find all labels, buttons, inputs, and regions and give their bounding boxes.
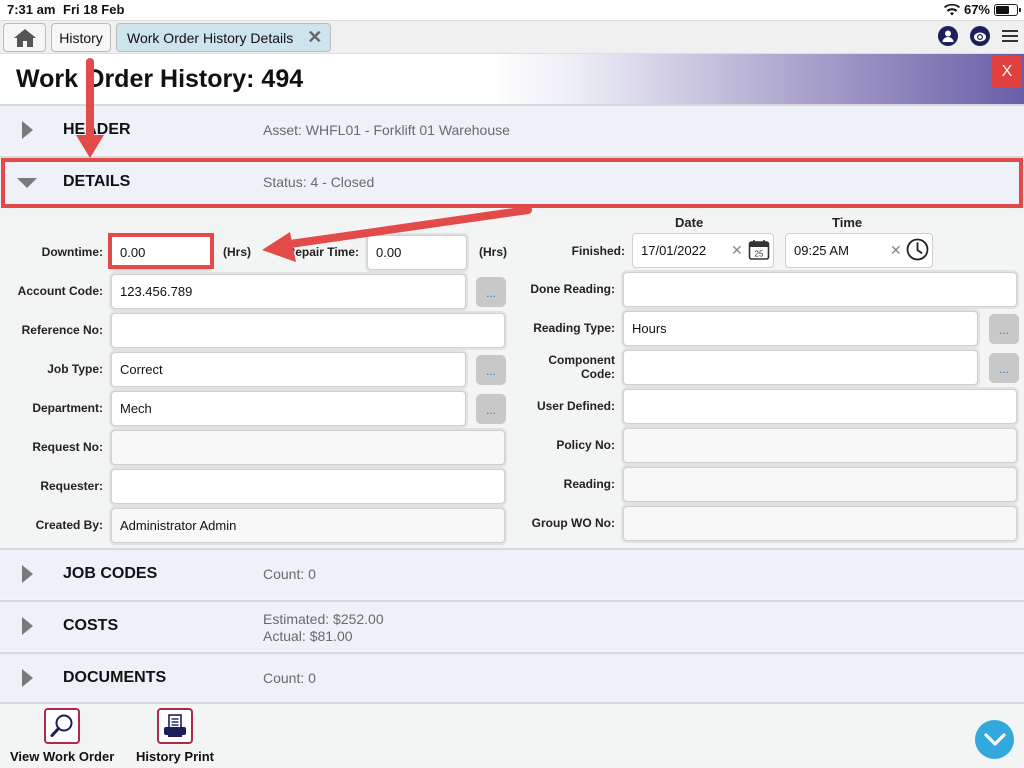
reading-label: Reading: <box>563 477 615 491</box>
downtime-highlight-box <box>108 233 214 269</box>
expand-icon <box>22 565 33 583</box>
home-button[interactable] <box>3 23 46 52</box>
request-no-field <box>111 430 505 465</box>
done-reading-field[interactable] <box>623 272 1017 307</box>
estimated-cost: Estimated: $252.00 <box>263 611 384 627</box>
component-code-label-line2: Code: <box>581 367 615 381</box>
magnifier-icon <box>44 708 81 744</box>
section-label: HEADER <box>63 121 131 138</box>
view-work-order-button[interactable]: View Work Order <box>10 708 114 764</box>
reading-field <box>623 467 1017 502</box>
section-header[interactable]: HEADER Asset: WHFL01 - Forklift 01 Wareh… <box>0 104 1024 154</box>
reference-no-field[interactable] <box>111 313 505 348</box>
tab-bar: History Work Order History Details ✕ <box>0 20 1024 54</box>
status-time: 7:31 am <box>7 2 56 17</box>
job-type-label: Job Type: <box>47 362 103 376</box>
expand-icon <box>22 669 33 687</box>
reference-no-label: Reference No: <box>21 323 103 337</box>
requester-field[interactable] <box>111 469 505 504</box>
history-print-label: History Print <box>136 749 215 764</box>
view-work-order-label: View Work Order <box>10 749 115 764</box>
repair-time-unit: (Hrs) <box>479 245 508 259</box>
page-header: Work Order History: 494 X <box>0 54 1024 104</box>
requester-label: Requester: <box>40 479 103 493</box>
bottom-toolbar: View Work Order History Print <box>0 704 1024 768</box>
request-no-label: Request No: <box>32 440 103 454</box>
section-label: DOCUMENTS <box>63 669 167 686</box>
details-highlight-box <box>1 158 1023 208</box>
tab-history[interactable]: History <box>51 23 111 52</box>
clear-time-icon[interactable]: ✕ <box>890 242 902 259</box>
user-icon[interactable] <box>938 26 958 46</box>
department-lookup-button[interactable]: ... <box>476 394 506 424</box>
account-code-lookup-button[interactable]: ... <box>476 277 506 307</box>
section-summary: Asset: WHFL01 - Forklift 01 Warehouse <box>263 122 510 138</box>
component-code-lookup-button[interactable]: ... <box>989 353 1019 383</box>
component-code-field[interactable] <box>623 350 978 385</box>
section-costs[interactable]: COSTS Estimated: $252.00 Actual: $81.00 <box>0 600 1024 650</box>
section-summary: Estimated: $252.00 Actual: $81.00 <box>263 611 384 645</box>
wifi-icon <box>943 3 960 15</box>
component-code-label: Component Code: <box>520 353 615 381</box>
section-documents[interactable]: DOCUMENTS Count: 0 <box>0 652 1024 704</box>
user-defined-field[interactable] <box>623 389 1017 424</box>
clear-date-icon[interactable]: ✕ <box>731 242 743 259</box>
section-job-codes[interactable]: JOB CODES Count: 0 <box>0 548 1024 598</box>
reading-type-lookup-button[interactable]: ... <box>989 314 1019 344</box>
account-code-label: Account Code: <box>17 284 103 298</box>
done-reading-label: Done Reading: <box>530 282 615 296</box>
tab-work-order-history-details[interactable]: Work Order History Details ✕ <box>116 23 331 52</box>
expand-icon <box>22 617 33 635</box>
department-label: Department: <box>32 401 103 415</box>
downtime-label: Downtime: <box>41 245 103 259</box>
section-label: JOB CODES <box>63 565 158 582</box>
section-label: COSTS <box>63 617 119 634</box>
department-field[interactable]: Mech <box>111 391 466 426</box>
reading-type-label: Reading Type: <box>533 321 615 335</box>
printer-icon <box>157 708 193 744</box>
created-by-label: Created By: <box>35 518 103 532</box>
tab-label: Work Order History Details <box>127 29 294 46</box>
close-tab-icon[interactable]: ✕ <box>307 27 322 48</box>
section-summary: Count: 0 <box>263 670 316 686</box>
date-column-header: Date <box>675 215 704 230</box>
clock-icon[interactable] <box>906 238 929 266</box>
policy-no-field <box>623 428 1017 463</box>
job-type-field[interactable]: Correct <box>111 352 466 387</box>
group-wo-no-label: Group WO No: <box>531 516 615 530</box>
time-column-header: Time <box>832 215 863 230</box>
policy-no-label: Policy No: <box>556 438 615 452</box>
calendar-day: 25 <box>755 250 764 259</box>
expand-icon <box>22 121 33 139</box>
actual-cost: Actual: $81.00 <box>263 628 353 644</box>
battery-icon <box>994 3 1021 16</box>
user-defined-label: User Defined: <box>536 399 615 413</box>
status-bar: 7:31 am Fri 18 Feb 67% <box>0 0 1024 20</box>
job-type-lookup-button[interactable]: ... <box>476 355 506 385</box>
reading-type-field[interactable]: Hours <box>623 311 978 346</box>
finished-label: Finished: <box>571 244 625 258</box>
section-summary: Count: 0 <box>263 566 316 582</box>
account-code-field[interactable]: 123.456.789 <box>111 274 466 309</box>
page-title: Work Order History: 494 <box>16 65 304 93</box>
repair-time-field[interactable]: 0.00 <box>367 235 467 270</box>
close-page-button[interactable]: X <box>992 56 1022 87</box>
menu-icon[interactable] <box>1002 30 1018 42</box>
calendar-icon[interactable]: 25 <box>748 239 770 266</box>
status-date: Fri 18 Feb <box>63 2 125 17</box>
scroll-down-button[interactable] <box>975 720 1014 759</box>
repair-time-label: Repair Time: <box>286 245 359 259</box>
chevron-down-icon <box>983 732 1006 746</box>
home-icon <box>13 28 36 47</box>
created-by-field: Administrator Admin <box>111 508 505 543</box>
battery-percent: 67% <box>963 2 990 17</box>
history-print-button[interactable]: History Print <box>136 708 214 764</box>
sync-icon[interactable] <box>970 26 990 46</box>
group-wo-no-field <box>623 506 1017 541</box>
component-code-label-line1: Component <box>548 353 615 367</box>
downtime-unit: (Hrs) <box>223 245 252 259</box>
